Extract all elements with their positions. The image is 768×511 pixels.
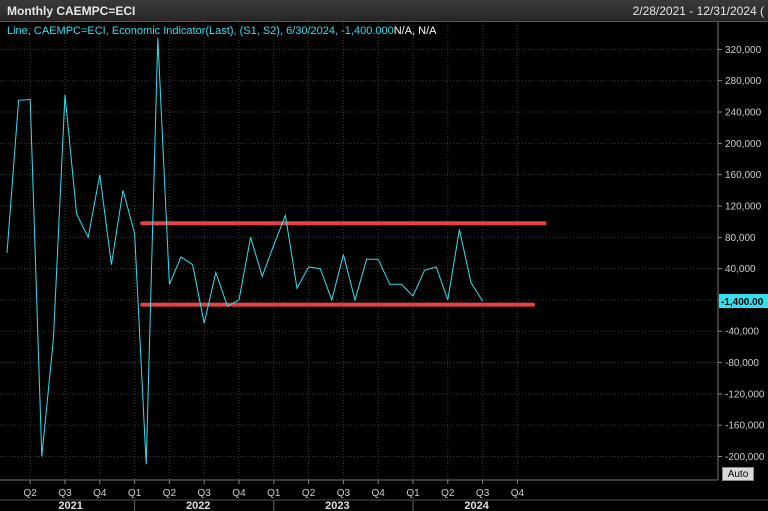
y-tick-label: -80,000: [725, 358, 759, 369]
y-tick-label: 280,000: [725, 76, 762, 87]
plot-background: [0, 22, 768, 511]
y-tick-label: -120,000: [725, 389, 765, 400]
y-tick-label: 40,000: [725, 264, 756, 275]
x-tick-label: Q2: [24, 488, 38, 499]
x-tick-label: Q4: [232, 488, 246, 499]
legend-text: Line, CAEMPC=ECI, Economic Indicator(Las…: [7, 25, 437, 37]
x-tick-label: Q1: [128, 488, 142, 499]
y-tick-label: -40,000: [725, 327, 759, 338]
x-tick-label: Q4: [93, 488, 107, 499]
x-tick-label: Q3: [198, 488, 212, 499]
y-tick-label: 80,000: [725, 233, 756, 244]
legend-suffix: N/A, N/A: [394, 25, 437, 37]
y-tick-label: -200,000: [725, 452, 765, 463]
y-tick-label: 200,000: [725, 139, 762, 150]
last-value-label: -1,400.00: [721, 297, 764, 308]
y-tick-label: 240,000: [725, 108, 762, 119]
line-chart[interactable]: 320,000 280,000 240,000 200,000 160,000 120,0…: [0, 22, 768, 511]
y-tick-label: 160,000: [725, 170, 762, 181]
y-tick-label: 320,000: [725, 45, 762, 56]
x-tick-label: Q4: [511, 488, 525, 499]
x-tick-label: Q4: [372, 488, 386, 499]
year-label: 2023: [325, 500, 349, 511]
x-tick-label: Q3: [58, 488, 72, 499]
year-label: 2021: [58, 500, 82, 511]
date-range[interactable]: 2/28/2021 - 12/31/2024 (: [633, 4, 764, 18]
x-tick-label: Q3: [476, 488, 490, 499]
year-label: 2022: [186, 500, 210, 511]
auto-scale-button[interactable]: Auto: [722, 467, 754, 481]
x-tick-label: Q2: [441, 488, 455, 499]
x-tick-label: Q1: [406, 488, 420, 499]
year-label: 2024: [464, 500, 489, 511]
legend-series: Line, CAEMPC=ECI, Economic Indicator(Las…: [7, 25, 394, 37]
chart-title: Monthly CAEMPC=ECI: [7, 4, 136, 18]
y-tick-label: 120,000: [725, 201, 762, 212]
x-tick-label: Q2: [163, 488, 177, 499]
x-tick-label: Q2: [302, 488, 316, 499]
x-tick-label: Q1: [267, 488, 281, 499]
x-tick-label: Q3: [337, 488, 351, 499]
y-tick-label: -160,000: [725, 421, 765, 432]
chart-titlebar: Monthly CAEMPC=ECI 2/28/2021 - 12/31/202…: [0, 0, 768, 22]
